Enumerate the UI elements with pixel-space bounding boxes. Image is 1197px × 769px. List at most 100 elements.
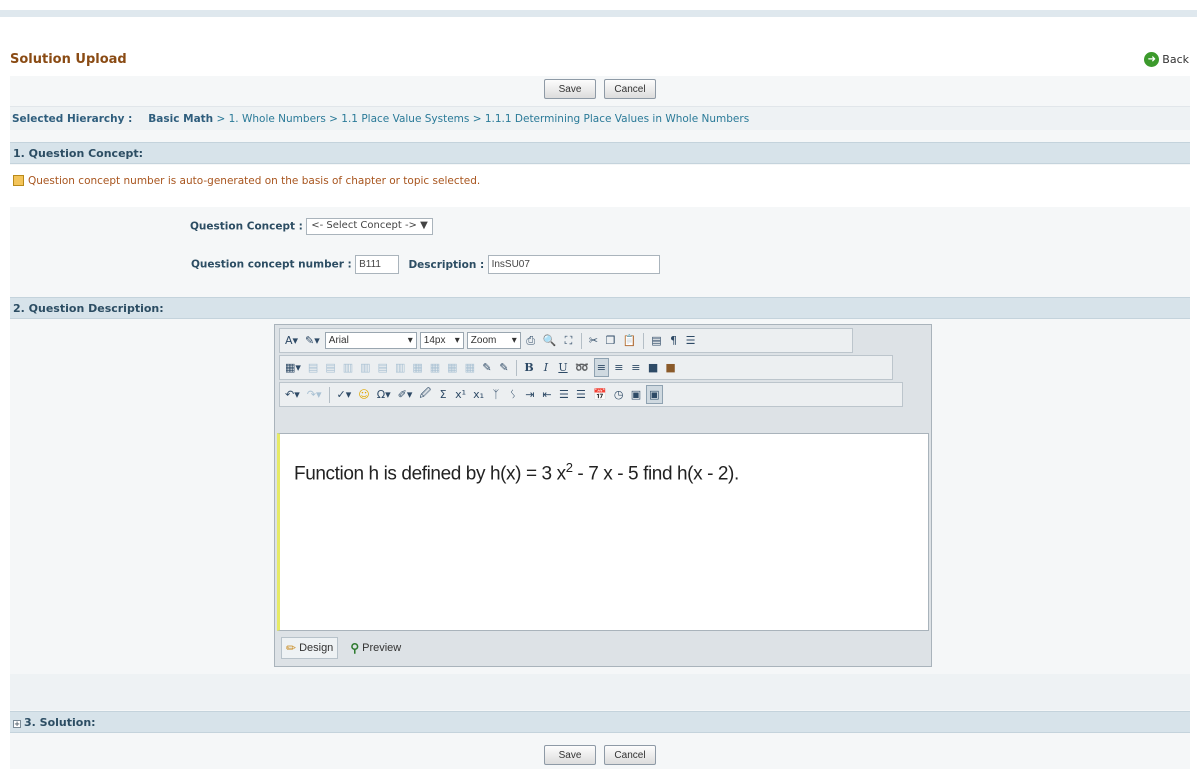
insert-column-right-icon[interactable]: ▥ [358, 358, 372, 377]
zoom-value: Zoom [470, 335, 497, 346]
equation-icon[interactable]: Σ [436, 385, 450, 404]
preview-mode-icon[interactable]: ▣ [629, 385, 643, 404]
outdent-icon[interactable]: ⇤ [540, 385, 554, 404]
lower-case-icon[interactable]: ᛊ [506, 385, 520, 404]
insert-snippet-icon[interactable]: ✐▾ [396, 385, 415, 404]
cancel-button-bottom[interactable]: Cancel [604, 745, 656, 765]
tab-preview[interactable]: ⚲ Preview [346, 638, 405, 658]
font-name-value: Arial [328, 335, 349, 346]
undo-icon[interactable]: ↶▾ [283, 385, 302, 404]
superscript-icon[interactable]: x¹ [453, 385, 468, 404]
section-question-concept: 1. Question Concept: [10, 142, 1190, 164]
format-block-icon[interactable]: ☰ [684, 331, 698, 350]
editor-text-exponent: 2 [565, 460, 573, 475]
page-title: Solution Upload [10, 52, 127, 67]
align-center-icon[interactable]: ≡ [612, 358, 626, 377]
back-link[interactable]: ➜ Back [1144, 52, 1189, 67]
breadcrumb: Selected Hierarchy : Basic Math > 1. Whol… [10, 106, 1190, 130]
paragraph-icon[interactable]: ¶ [667, 331, 681, 350]
concept-number-label: Question concept number : [191, 258, 352, 271]
magnifier-icon: ⚲ [350, 641, 360, 655]
toolbar-row-1: A▾ ✎▾ Arial ▾ 14px ▾ Zoom ▾ ⎙ 🔍 ⛶ ✂ ❐ 📋 ▤ ¶… [279, 328, 853, 353]
fullscreen-icon[interactable]: ⛶ [562, 331, 576, 350]
breadcrumb-root[interactable]: Basic Math [148, 113, 213, 125]
align-justify-icon[interactable]: ■ [646, 358, 660, 377]
delete-row-icon[interactable]: ▤ [376, 358, 390, 377]
pencil-icon: ✏ [286, 641, 297, 655]
toolbar-row-2: ▦▾ ▤ ▤ ▥ ▥ ▤ ▥ ▦ ▦ ▦ ▦ ✎ ✎ B I U ➿ ≡ ≡ ≡… [279, 355, 893, 380]
back-arrow-icon: ➜ [1144, 52, 1160, 67]
design-mode-icon[interactable]: ▣ [646, 385, 663, 404]
italic-button[interactable]: I [539, 358, 553, 377]
font-color-icon[interactable]: A▾ [283, 331, 300, 350]
main-content: Save Cancel Selected Hierarchy : Basic Ma… [10, 76, 1190, 769]
zoom-select[interactable]: Zoom ▾ [466, 332, 521, 349]
back-label: Back [1162, 53, 1189, 66]
concept-label: Question Concept : [190, 220, 303, 233]
chevron-down-icon: ▾ [454, 335, 460, 346]
toolbar-separator [580, 332, 582, 349]
align-left-icon[interactable]: ≡ [593, 358, 609, 377]
edit-cell-icon[interactable]: ✎ [497, 358, 511, 377]
insert-image-icon[interactable]: 🖉 [417, 385, 433, 404]
special-characters-icon[interactable]: Ω▾ [375, 385, 393, 404]
strikethrough-icon[interactable]: ➿ [573, 358, 591, 377]
insert-table-icon[interactable]: ▦▾ [283, 358, 303, 377]
insert-row-below-icon[interactable]: ▤ [323, 358, 337, 377]
concept-selected-value: <- Select Concept -> [311, 220, 417, 231]
cell-properties-icon[interactable]: ▦ [463, 358, 477, 377]
notice-text: Question concept number is auto-generate… [28, 175, 481, 187]
bold-button[interactable]: B [522, 358, 536, 377]
cut-icon[interactable]: ✂ [587, 331, 601, 350]
save-button-bottom[interactable]: Save [544, 745, 596, 765]
edit-table-icon[interactable]: ✎ [480, 358, 494, 377]
font-size-select[interactable]: 14px ▾ [419, 332, 464, 349]
concept-notice: Question concept number is auto-generate… [10, 165, 1190, 207]
ordered-list-icon[interactable]: ☰ [557, 385, 571, 404]
section-question-description: 2. Question Description: [10, 297, 1190, 319]
concept-number-field[interactable] [355, 255, 400, 274]
merge-cells-icon[interactable]: ▦ [410, 358, 424, 377]
breadcrumb-path[interactable]: > 1. Whole Numbers > 1.1 Place Value Sys… [213, 113, 749, 125]
description-field[interactable] [487, 255, 660, 274]
find-icon[interactable]: 🔍 [541, 331, 559, 350]
paste-icon[interactable]: 📋 [621, 331, 639, 350]
print-icon[interactable]: ⎙ [524, 331, 538, 350]
top-strip [0, 10, 1197, 17]
concept-row: Question Concept : <- Select Concept -> … [190, 218, 433, 235]
expand-plus-icon[interactable]: + [13, 720, 21, 728]
editor-content-area[interactable]: Function h is defined by h(x) = 3 x2 - 7… [277, 433, 929, 631]
subscript-icon[interactable]: x₁ [471, 385, 486, 404]
redo-icon[interactable]: ↷▾ [305, 385, 324, 404]
tab-design[interactable]: ✏ Design [281, 637, 339, 659]
save-button[interactable]: Save [544, 79, 596, 99]
insert-column-left-icon[interactable]: ▥ [341, 358, 355, 377]
insert-row-above-icon[interactable]: ▤ [306, 358, 320, 377]
font-size-value: 14px [423, 335, 446, 346]
copy-icon[interactable]: ❐ [604, 331, 618, 350]
upper-case-icon[interactable]: ᛉ [489, 385, 503, 404]
paste-text-icon[interactable]: ▤ [649, 331, 663, 350]
split-cells-icon[interactable]: ▦ [428, 358, 442, 377]
delete-column-icon[interactable]: ▥ [393, 358, 407, 377]
chevron-down-icon: ▾ [511, 335, 517, 346]
chevron-down-icon: ▾ [407, 335, 413, 346]
spellcheck-icon[interactable]: ✓▾ [335, 385, 354, 404]
unordered-list-icon[interactable]: ☰ [574, 385, 588, 404]
section-solution[interactable]: +3. Solution: [10, 711, 1190, 733]
underline-button[interactable]: U [556, 358, 570, 377]
background-icon[interactable]: ■ [663, 358, 677, 377]
insert-date-icon[interactable]: 📅 [591, 385, 609, 404]
font-name-select[interactable]: Arial ▾ [324, 332, 417, 349]
align-right-icon[interactable]: ≡ [629, 358, 643, 377]
tab-preview-label: Preview [362, 642, 402, 654]
concept-select[interactable]: <- Select Concept -> ▼ [306, 218, 433, 235]
editor-mode-tabs: ✏ Design ⚲ Preview [277, 634, 405, 662]
insert-time-icon[interactable]: ◷ [612, 385, 626, 404]
emoticon-icon[interactable]: ☺ [356, 385, 371, 404]
concept-number-row: Question concept number : Description : [191, 255, 660, 274]
indent-icon[interactable]: ⇥ [523, 385, 537, 404]
highlight-color-icon[interactable]: ✎▾ [303, 331, 322, 350]
table-properties-icon[interactable]: ▦ [445, 358, 459, 377]
cancel-button[interactable]: Cancel [604, 79, 656, 99]
